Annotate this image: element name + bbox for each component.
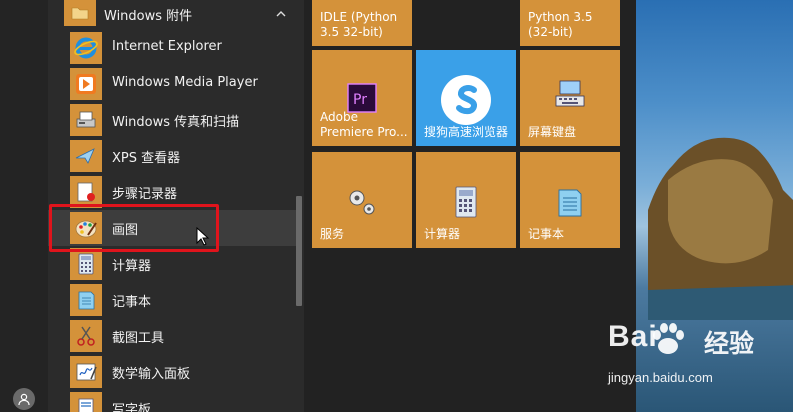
tile-adobe-premiere[interactable]: Pr Adobe Premiere Pro... xyxy=(312,50,412,146)
folder-icon xyxy=(64,0,96,26)
live-tiles-area: IDLE (Python 3.5 32-bit) Python 3.5 (32-… xyxy=(304,0,636,412)
tile-sogou-browser[interactable]: 搜狗高速浏览器 xyxy=(416,50,516,146)
tile-services[interactable]: 服务 xyxy=(312,152,412,248)
watermark-url: jingyan.baidu.com xyxy=(608,370,713,385)
tile-label: Adobe Premiere Pro... xyxy=(320,110,408,139)
tile-label: Python 3.5 (32-bit) xyxy=(528,10,593,39)
tile-idle-python[interactable]: IDLE (Python 3.5 32-bit) xyxy=(312,0,412,46)
baidu-paw-icon xyxy=(653,323,684,354)
app-item-fax-and-scan[interactable]: Windows 传真和扫描 xyxy=(48,102,300,138)
wallpaper-rock-formation xyxy=(648,137,793,320)
start-menu-app-list: Windows 附件 Internet Explorer Windows Med… xyxy=(0,0,310,412)
svg-text:Pr: Pr xyxy=(353,92,367,108)
app-item-wordpad[interactable]: 写字板 xyxy=(48,390,300,412)
app-label: Windows Media Player xyxy=(112,75,258,90)
chevron-up-icon[interactable] xyxy=(274,7,288,21)
fax-scanner-icon xyxy=(70,104,102,136)
sogou-browser-icon xyxy=(438,72,494,128)
services-icon xyxy=(342,182,382,222)
app-item-math-input-panel[interactable]: 数学输入面板 xyxy=(48,354,300,390)
on-screen-keyboard-icon xyxy=(550,74,590,114)
app-item-notepad[interactable]: 记事本 xyxy=(48,282,300,318)
notepad-icon xyxy=(70,284,102,316)
snipping-tool-icon xyxy=(70,320,102,352)
app-label: Windows 传真和扫描 xyxy=(112,115,240,130)
app-item-internet-explorer[interactable]: Internet Explorer xyxy=(48,30,300,66)
app-item-xps-viewer[interactable]: XPS 查看器 xyxy=(48,138,300,174)
app-label: 记事本 xyxy=(112,295,152,310)
notepad-icon xyxy=(550,182,590,222)
app-item-windows-media-player[interactable]: Windows Media Player xyxy=(48,66,300,102)
tile-label: 屏幕键盘 xyxy=(528,125,577,139)
app-label: 写字板 xyxy=(112,403,152,412)
tile-label: 计算器 xyxy=(424,227,461,241)
math-input-icon xyxy=(70,356,102,388)
app-label: 计算器 xyxy=(112,259,152,274)
calculator-icon xyxy=(446,182,486,222)
watermark-brand-cn: 经验 xyxy=(704,329,755,358)
user-icon[interactable] xyxy=(13,388,35,410)
app-label: 截图工具 xyxy=(112,331,165,346)
tile-on-screen-keyboard[interactable]: 屏幕键盘 xyxy=(520,50,620,146)
group-label: Windows 附件 xyxy=(104,9,193,24)
mouse-cursor-icon xyxy=(196,227,210,246)
media-player-icon xyxy=(70,68,102,100)
internet-explorer-icon xyxy=(70,32,102,64)
tile-label: 记事本 xyxy=(528,227,565,241)
scrollbar-thumb[interactable] xyxy=(296,196,302,306)
xps-viewer-icon xyxy=(70,140,102,172)
tile-label: IDLE (Python 3.5 32-bit) xyxy=(320,10,398,39)
app-label: XPS 查看器 xyxy=(112,151,181,166)
tile-calculator[interactable]: 计算器 xyxy=(416,152,516,248)
tile-python[interactable]: Python 3.5 (32-bit) xyxy=(520,0,620,46)
wordpad-icon xyxy=(70,392,102,412)
tile-label: 服务 xyxy=(320,227,345,241)
tile-notepad[interactable]: 记事本 xyxy=(520,152,620,248)
app-label: Internet Explorer xyxy=(112,39,222,54)
tile-label: 搜狗高速浏览器 xyxy=(424,125,509,139)
calculator-icon xyxy=(70,248,102,280)
app-item-snipping-tool[interactable]: 截图工具 xyxy=(48,318,300,354)
group-header-windows-accessories[interactable]: Windows 附件 xyxy=(48,0,300,28)
baidu-jingyan-watermark: Bai 经验 jingyan.baidu.com xyxy=(608,320,793,412)
app-label: 数学输入面板 xyxy=(112,367,191,382)
app-label: 步骤记录器 xyxy=(112,187,178,202)
start-menu-rail xyxy=(0,0,48,412)
highlight-annotation-box xyxy=(49,204,219,252)
